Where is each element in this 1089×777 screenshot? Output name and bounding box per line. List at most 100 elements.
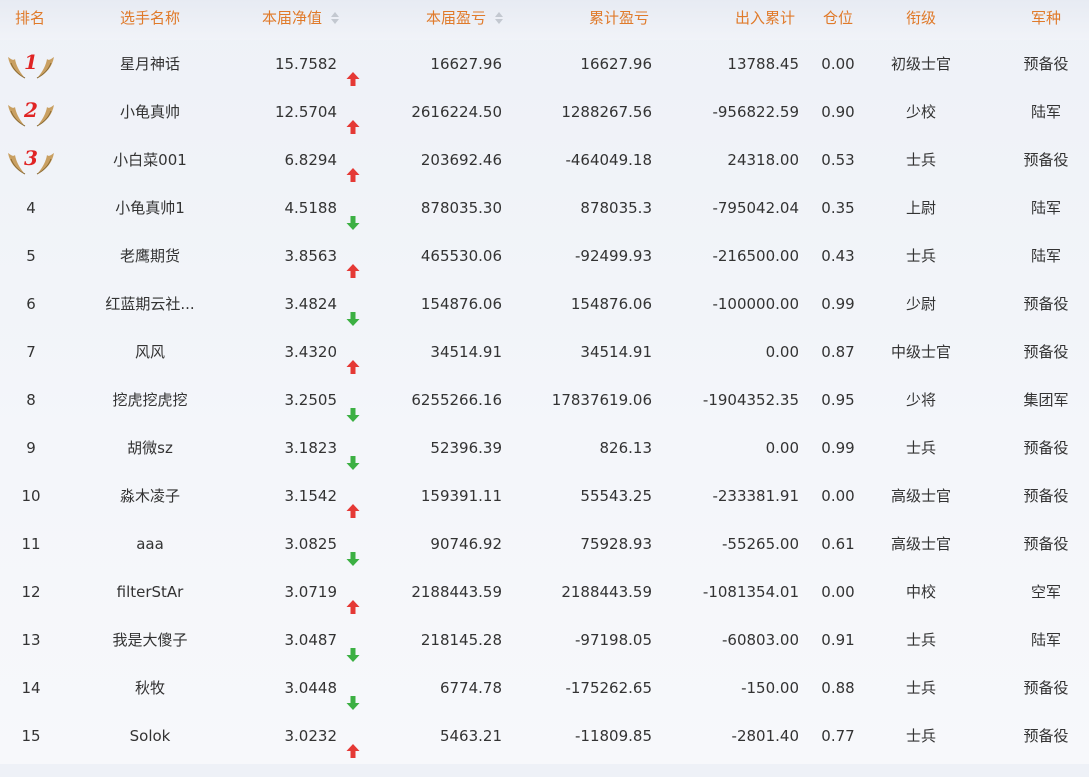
- table-row[interactable]: 4 小龟真帅1 4.5188 878035.30 878035.3 -795042.04 0…: [0, 184, 1089, 232]
- table-row[interactable]: 7 风风 3.4320 34514.91 34514.91 0.00 0.87 中级士官 预备役: [0, 328, 1089, 376]
- rank-number: 12: [21, 583, 41, 601]
- table-row[interactable]: 13 我是大傻子 3.0487 218145.28 -97198.05 -60803.00…: [0, 616, 1089, 664]
- title-value: 士兵: [905, 151, 936, 169]
- pnl-value: 2616224.50: [411, 103, 502, 121]
- pnl-value: 90746.92: [430, 535, 502, 553]
- cum-pnl-value: -175262.65: [565, 679, 652, 697]
- medal-wings-icon: 1: [6, 47, 56, 81]
- table-row[interactable]: 14 秋牧 3.0448 6774.78 -175262.65 -150.00 0.88 士兵…: [0, 664, 1089, 712]
- arm-value: 陆军: [1030, 631, 1061, 649]
- header-nav-sortable[interactable]: 本届净值: [262, 0, 339, 36]
- nav-value: 3.0448: [284, 679, 338, 697]
- medal-wings-icon: 2: [6, 95, 56, 129]
- player-name-link[interactable]: aaa: [90, 520, 210, 568]
- header-name: 选手名称: [119, 9, 180, 27]
- pnl-value: 203692.46: [420, 151, 502, 169]
- rank-number: 5: [26, 247, 36, 265]
- pnl-value: 2188443.59: [411, 583, 502, 601]
- nav-value: 3.1823: [284, 439, 338, 457]
- cum-pnl-value: -97198.05: [575, 631, 652, 649]
- nav-value: 3.4320: [284, 343, 338, 361]
- pnl-value: 34514.91: [430, 343, 502, 361]
- player-name-link[interactable]: 小龟真帅1: [90, 184, 210, 232]
- rank-medal: 1: [0, 40, 62, 88]
- cum-pnl-value: 826.13: [599, 439, 653, 457]
- flow-value: -2801.40: [731, 727, 799, 745]
- player-name-link[interactable]: 红蓝期云社...: [90, 280, 210, 328]
- table-row[interactable]: 8 挖虎挖虎挖 3.2505 6255266.16 17837619.06 -190435…: [0, 376, 1089, 424]
- player-name-link[interactable]: 我是大傻子: [90, 616, 210, 664]
- cum-pnl-value: 2188443.59: [561, 583, 652, 601]
- table-row[interactable]: 10 淼木凌子 3.1542 159391.11 55543.25 -233381.91 0…: [0, 472, 1089, 520]
- arm-value: 预备役: [1023, 439, 1069, 457]
- title-value: 高级士官: [890, 487, 951, 505]
- player-name-link[interactable]: Solok: [90, 712, 210, 760]
- sort-icon[interactable]: [331, 12, 339, 24]
- position-value: 0.99: [821, 439, 855, 457]
- flow-value: -216500.00: [712, 247, 799, 265]
- flow-value: -55265.00: [722, 535, 799, 553]
- nav-value: 3.4824: [284, 295, 338, 313]
- player-name-link[interactable]: 星月神话: [90, 40, 210, 88]
- arm-value: 预备役: [1023, 487, 1069, 505]
- cum-pnl-value: 75928.93: [580, 535, 652, 553]
- arm-value: 预备役: [1023, 151, 1069, 169]
- header-pnl-sortable[interactable]: 本届盈亏: [426, 0, 503, 36]
- title-value: 上尉: [905, 199, 936, 217]
- sort-icon[interactable]: [495, 12, 503, 24]
- player-name-link[interactable]: 小白菜001: [90, 136, 210, 184]
- arrow-down-icon: [346, 616, 362, 664]
- title-value: 士兵: [905, 439, 936, 457]
- nav-value: 3.0487: [284, 631, 338, 649]
- arm-value: 陆军: [1030, 103, 1061, 121]
- position-value: 0.77: [821, 727, 855, 745]
- table-row[interactable]: 15 Solok 3.0232 5463.21 -11809.85 -2801.40 0.7…: [0, 712, 1089, 760]
- player-name-link[interactable]: 风风: [90, 328, 210, 376]
- position-value: 0.95: [821, 391, 855, 409]
- table-row[interactable]: 2 小龟真帅 12.5704 2616224.50 1288267.56 -956822.…: [0, 88, 1089, 136]
- arm-value: 预备役: [1023, 343, 1069, 361]
- pnl-value: 878035.30: [420, 199, 502, 217]
- table-row[interactable]: 5 老鹰期货 3.8563 465530.06 -92499.93 -216500.00 0…: [0, 232, 1089, 280]
- table-row[interactable]: 11 aaa 3.0825 90746.92 75928.93 -55265.00 0.61…: [0, 520, 1089, 568]
- arm-value: 预备役: [1023, 727, 1069, 745]
- flow-value: -795042.04: [712, 199, 799, 217]
- table-row[interactable]: 1 星月神话 15.7582 16627.96 16627.96 13788.45 0.00…: [0, 40, 1089, 88]
- arrow-down-icon: [346, 184, 362, 232]
- arm-value: 陆军: [1030, 247, 1061, 265]
- arrow-down-icon: [346, 424, 362, 472]
- table-row[interactable]: 9 胡微sz 3.1823 52396.39 826.13 0.00 0.99 士兵 预备役: [0, 424, 1089, 472]
- rank-number: 11: [21, 535, 41, 553]
- player-name-link[interactable]: 小龟真帅: [90, 88, 210, 136]
- pnl-value: 218145.28: [420, 631, 502, 649]
- player-name-link[interactable]: 淼木凌子: [90, 472, 210, 520]
- player-name-link[interactable]: filterStAr: [90, 568, 210, 616]
- table-row[interactable]: 3 小白菜001 6.8294 203692.46 -464049.18 24318.00…: [0, 136, 1089, 184]
- player-name-link[interactable]: 胡微sz: [90, 424, 210, 472]
- arrow-up-icon: [346, 136, 362, 184]
- header-flow: 出入累计: [734, 9, 795, 27]
- title-value: 高级士官: [890, 535, 951, 553]
- rank-number: 7: [26, 343, 36, 361]
- position-value: 0.00: [821, 55, 855, 73]
- arrow-up-icon: [346, 40, 362, 88]
- position-value: 0.35: [821, 199, 855, 217]
- title-value: 少尉: [905, 295, 936, 313]
- flow-value: -1081354.01: [702, 583, 799, 601]
- arrow-up-icon: [346, 328, 362, 376]
- position-value: 0.00: [821, 487, 855, 505]
- nav-value: 15.7582: [274, 55, 337, 73]
- flow-value: 24318.00: [727, 151, 799, 169]
- arm-value: 预备役: [1023, 295, 1069, 313]
- table-row[interactable]: 12 filterStAr 3.0719 2188443.59 2188443.59 -1…: [0, 568, 1089, 616]
- header-arm: 军种: [1030, 9, 1061, 27]
- flow-value: -1904352.35: [702, 391, 799, 409]
- cum-pnl-value: 154876.06: [570, 295, 652, 313]
- player-name-link[interactable]: 秋牧: [90, 664, 210, 712]
- arm-value: 预备役: [1023, 535, 1069, 553]
- nav-value: 3.0232: [284, 727, 338, 745]
- player-name-link[interactable]: 挖虎挖虎挖: [90, 376, 210, 424]
- arrow-up-icon: [346, 712, 362, 760]
- player-name-link[interactable]: 老鹰期货: [90, 232, 210, 280]
- table-row[interactable]: 6 红蓝期云社... 3.4824 154876.06 154876.06 -100000…: [0, 280, 1089, 328]
